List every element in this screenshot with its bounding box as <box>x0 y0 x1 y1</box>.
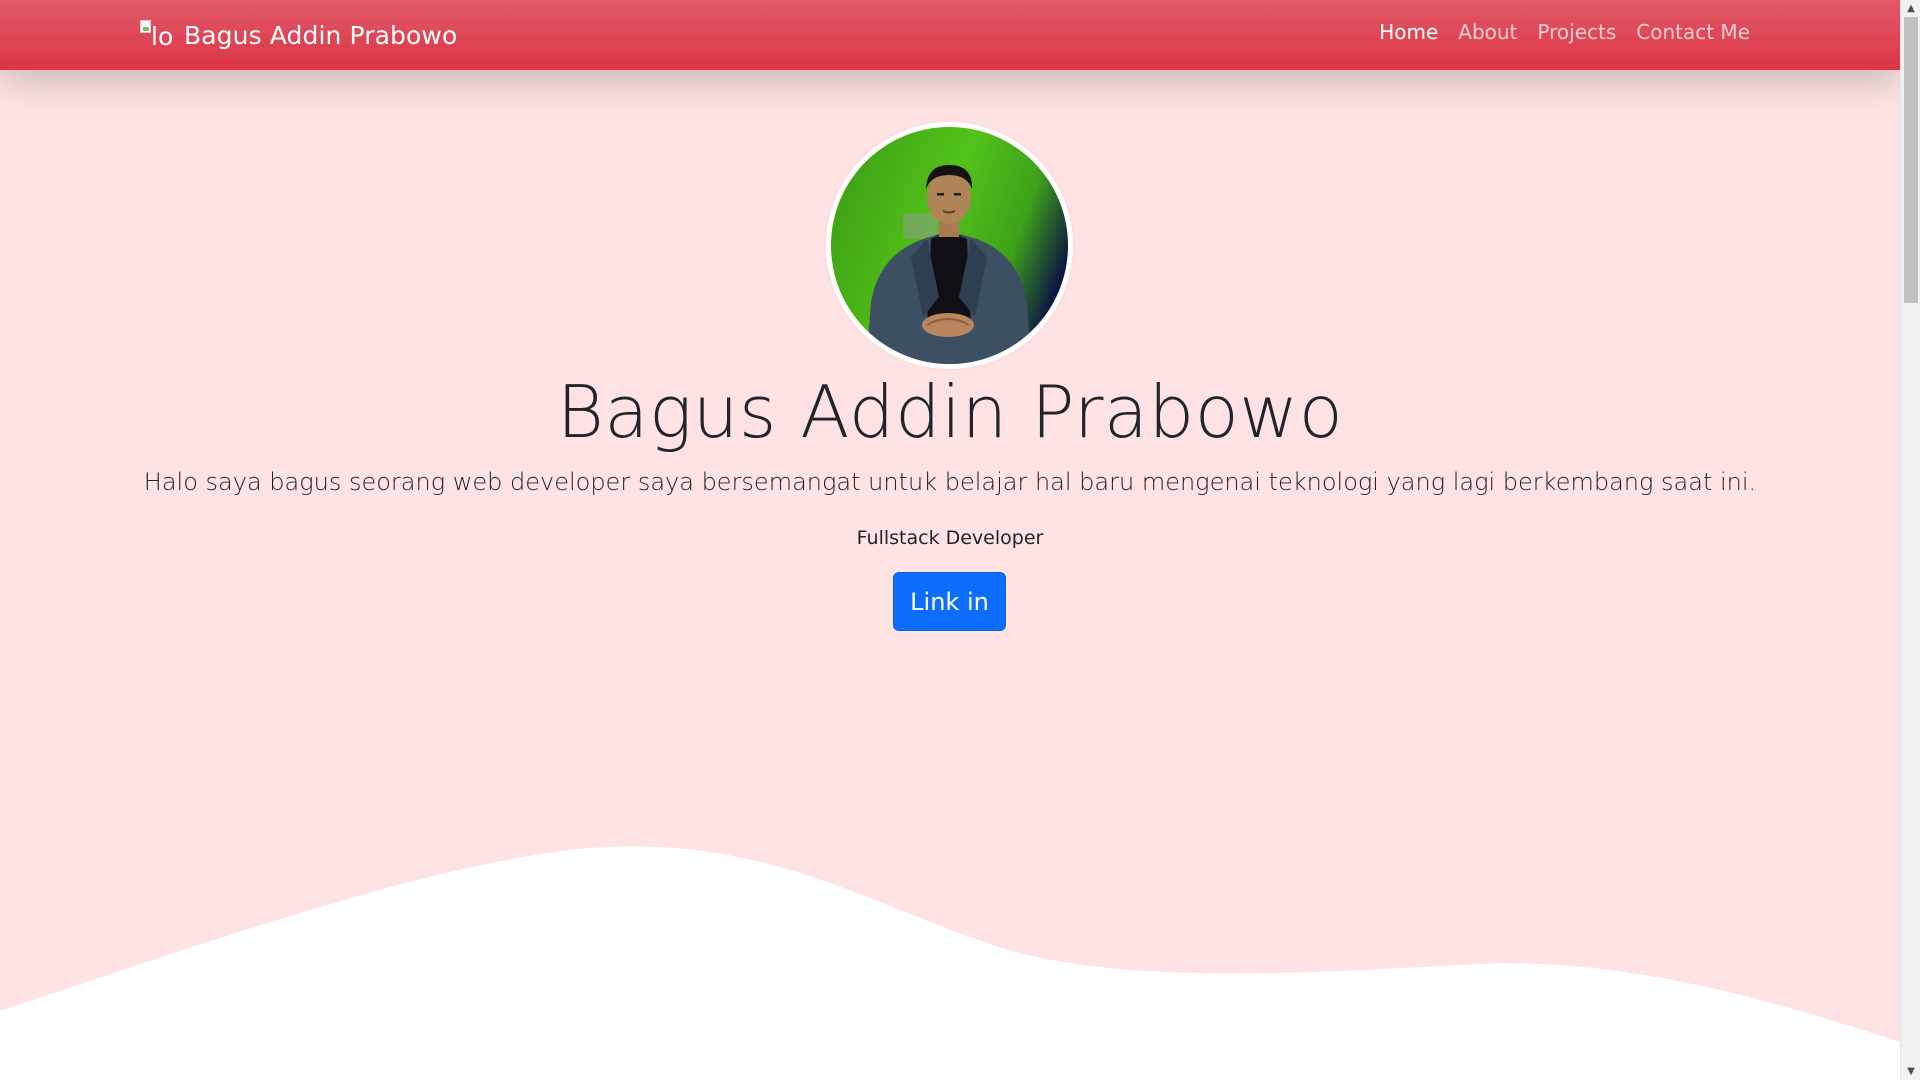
page-viewport: lo Bagus Addin Prabowo Home About Projec… <box>0 0 1900 1080</box>
brand-logo-broken-image: lo <box>140 18 178 52</box>
avatar-photo <box>831 127 1068 364</box>
link-in-button[interactable]: Link in <box>893 572 1006 631</box>
hero-role: Fullstack Developer <box>856 527 1044 549</box>
triangle-down-icon[interactable]: ▼ <box>1901 1063 1920 1080</box>
profile-portrait-illustration <box>866 165 1031 364</box>
hero-name: Bagus Addin Prabowo <box>556 370 1344 454</box>
navbar: lo Bagus Addin Prabowo Home About Projec… <box>0 0 1900 70</box>
avatar <box>826 122 1073 369</box>
brand-logo-alt-text: lo <box>151 22 174 51</box>
broken-image-icon <box>140 20 151 33</box>
scrollbar-thumb[interactable] <box>1904 17 1918 303</box>
scrollbar[interactable]: ▲ ▼ <box>1900 0 1920 1080</box>
nav-link-home[interactable]: Home <box>1379 20 1438 44</box>
triangle-up-icon[interactable]: ▲ <box>1901 0 1920 17</box>
nav-link-contact[interactable]: Contact Me <box>1636 20 1750 44</box>
brand-name: Bagus Addin Prabowo <box>184 20 458 50</box>
hero-wave <box>0 846 1900 1080</box>
navbar-brand[interactable]: lo Bagus Addin Prabowo <box>140 16 457 54</box>
nav-link-about[interactable]: About <box>1458 20 1517 44</box>
hero-lead: Halo saya bagus seorang web developer sa… <box>143 468 1757 496</box>
nav-link-projects[interactable]: Projects <box>1537 20 1616 44</box>
nav-links: Home About Projects Contact Me <box>1379 20 1750 44</box>
